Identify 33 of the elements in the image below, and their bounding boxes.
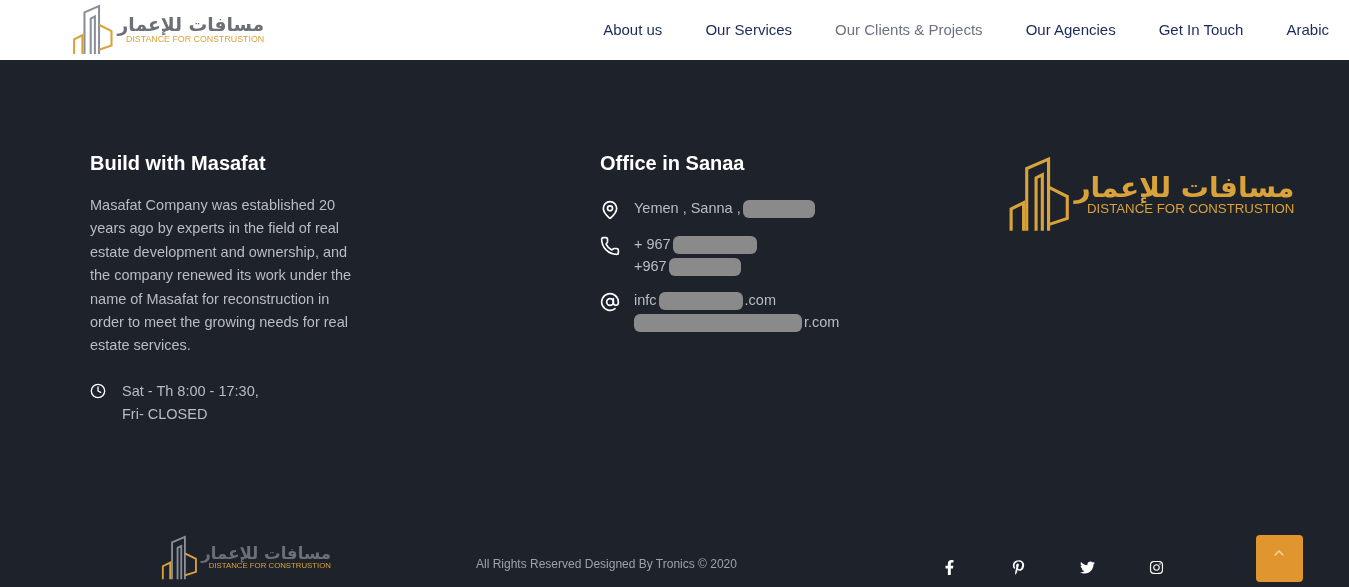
clock-icon	[90, 382, 106, 399]
phone-icon	[600, 236, 620, 256]
contact-text: r.com	[804, 313, 840, 333]
nav-link[interactable]: Our Clients & Projects	[835, 18, 983, 42]
location-pin-icon	[600, 200, 620, 220]
contact-text: +967	[634, 257, 667, 277]
logo-tagline: DISTANCE FOR CONSTRUSTION	[126, 34, 265, 44]
logo-arabic-text: مسافات للإعمار	[117, 16, 265, 35]
scroll-to-top-button[interactable]	[1255, 535, 1303, 582]
contact-text: .com	[744, 291, 776, 311]
opening-hours: Fri- CLOSED	[122, 404, 209, 424]
nav-link[interactable]: Get In Touch	[1158, 18, 1244, 42]
logo-arabic-text: مسافات للإعمار	[1074, 174, 1295, 203]
instagram-icon[interactable]	[1148, 560, 1164, 575]
nav-link[interactable]: Our Agencies	[1025, 18, 1116, 42]
about-paragraph: Masafat Company was established 20 years ago by experts in the field of real estate development and ownership, and the company renewed its work under the name of Masafat for reconstruction in order to meet the growing needs for real estate services.	[90, 196, 353, 356]
at-sign-icon	[600, 292, 620, 312]
building-logo-icon	[72, 4, 114, 56]
building-logo-icon	[160, 535, 198, 581]
twitter-icon[interactable]	[1079, 560, 1095, 575]
building-logo-icon	[1008, 156, 1071, 234]
contact-text: + 967	[634, 235, 671, 255]
nav-link[interactable]: Our Services	[705, 18, 793, 42]
section-heading: Office in Sanaa	[600, 151, 746, 176]
contact-text: infc	[634, 291, 657, 311]
nav-link[interactable]: About us	[603, 18, 663, 42]
copyright-text: All Rights Reserved Designed By Tronics © 2020	[476, 556, 737, 573]
opening-hours: Sat - Th 8:00 - 17:30,	[122, 381, 259, 401]
nav-link[interactable]: Arabic	[1286, 18, 1329, 42]
contact-text: Yemen , Sanna ,	[634, 199, 741, 219]
logo-arabic-text: مسافات للإعمار	[201, 545, 331, 563]
section-heading: Build with Masafat	[90, 151, 267, 176]
pinterest-icon[interactable]	[1010, 560, 1026, 575]
